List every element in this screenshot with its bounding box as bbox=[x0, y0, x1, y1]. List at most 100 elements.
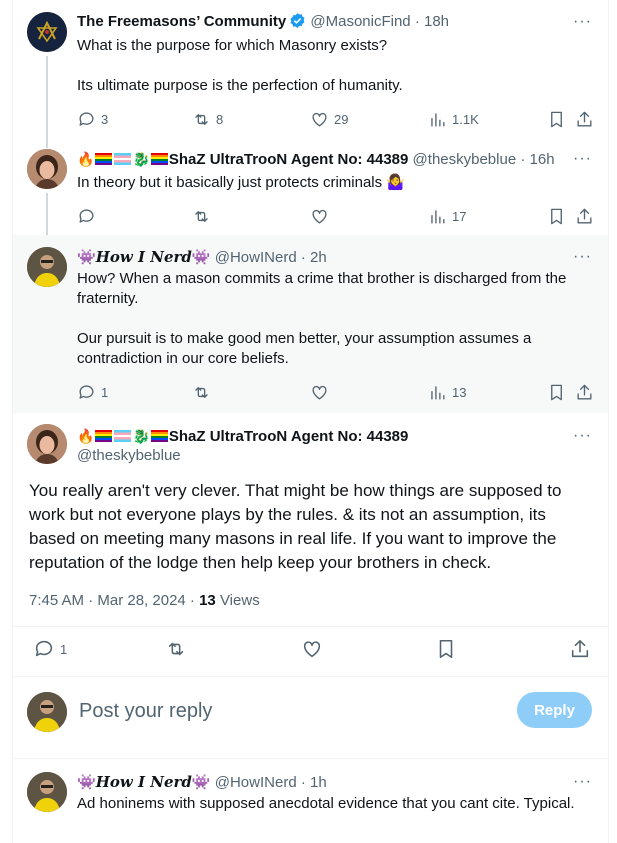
more-options-icon[interactable]: ··· bbox=[573, 774, 592, 790]
thread-line bbox=[46, 56, 48, 148]
alien-monster-icon: 👾 bbox=[77, 249, 96, 266]
action-bar: 3 8 29 1.1K bbox=[77, 109, 592, 129]
masonic-logo-icon bbox=[27, 12, 67, 52]
fire-emoji: 🔥 bbox=[77, 151, 95, 167]
post-howinerd[interactable]: 👾How I Nerd👾 @HowINerd · 2h ··· How? Whe… bbox=[13, 247, 608, 407]
dragon-emoji: 🐉 bbox=[132, 428, 150, 444]
post-header: 🔥 🐉 ShaZ UltraTrooN Agent No: 44389 bbox=[77, 426, 562, 447]
trans-flag-icon bbox=[114, 430, 132, 442]
bookmark-icon bbox=[551, 384, 562, 400]
bookmark-button[interactable] bbox=[547, 382, 566, 402]
profile-photo-icon bbox=[27, 692, 67, 732]
handle[interactable]: @HowINerd bbox=[215, 249, 297, 266]
repost-button[interactable] bbox=[165, 639, 187, 659]
alien-monster-icon: 👾 bbox=[191, 774, 211, 791]
more-options-icon[interactable]: ··· bbox=[573, 428, 592, 444]
timestamp[interactable]: 16h bbox=[530, 151, 555, 168]
reply-input[interactable]: Post your reply bbox=[79, 700, 212, 723]
bookmark-icon bbox=[551, 111, 562, 127]
heart-icon bbox=[312, 209, 327, 224]
like-button[interactable] bbox=[310, 206, 329, 226]
like-button[interactable] bbox=[310, 382, 329, 402]
share-icon bbox=[577, 384, 592, 400]
action-bar: 17 bbox=[77, 206, 592, 226]
analytics-icon bbox=[431, 209, 445, 224]
like-button[interactable]: 29 bbox=[310, 109, 348, 129]
share-button[interactable] bbox=[575, 382, 594, 402]
rainbow-flag-icon bbox=[95, 153, 113, 165]
action-bar: 1 13 bbox=[77, 382, 592, 402]
display-name[interactable]: The Freemasons’ Community bbox=[77, 13, 286, 30]
bookmark-button[interactable] bbox=[435, 639, 457, 659]
more-options-icon[interactable]: ··· bbox=[573, 249, 592, 265]
heart-icon bbox=[312, 112, 327, 127]
shrug-emoji: 🤷‍♀️ bbox=[386, 174, 405, 191]
rainbow-flag-icon bbox=[95, 430, 113, 442]
handle[interactable]: @MasonicFind bbox=[310, 13, 410, 30]
avatar[interactable] bbox=[27, 772, 67, 812]
repost-button[interactable] bbox=[192, 206, 211, 226]
share-icon bbox=[577, 111, 592, 127]
avatar[interactable] bbox=[27, 424, 67, 464]
reply-button[interactable]: 1 bbox=[77, 382, 108, 402]
bookmark-button[interactable] bbox=[547, 109, 566, 129]
share-button[interactable] bbox=[575, 206, 594, 226]
reply-submit-button[interactable]: Reply bbox=[517, 692, 592, 728]
post-freemasons[interactable]: The Freemasons’ Community @MasonicFind ·… bbox=[13, 12, 608, 148]
rainbow-flag-icon bbox=[150, 430, 168, 442]
display-name[interactable]: 👾How I Nerd👾 bbox=[77, 248, 211, 266]
handle[interactable]: @theskybeblue bbox=[413, 151, 517, 168]
repost-icon bbox=[195, 386, 208, 398]
alien-monster-icon: 👾 bbox=[77, 774, 96, 791]
bookmark-button[interactable] bbox=[547, 206, 566, 226]
handle[interactable]: @HowINerd bbox=[215, 774, 297, 791]
post-header: The Freemasons’ Community @MasonicFind ·… bbox=[77, 13, 450, 30]
share-icon bbox=[577, 208, 592, 224]
display-name[interactable]: 👾How I Nerd👾 bbox=[77, 773, 211, 791]
my-avatar[interactable] bbox=[27, 692, 67, 732]
share-button[interactable] bbox=[569, 639, 591, 659]
views-button[interactable]: 1.1K bbox=[428, 109, 479, 129]
display-name[interactable]: 🔥 🐉 ShaZ UltraTrooN Agent No: 44389 bbox=[77, 428, 408, 445]
fire-emoji: 🔥 bbox=[77, 428, 95, 444]
timestamp[interactable]: 2h bbox=[310, 249, 327, 266]
action-bar: 1 bbox=[29, 639, 592, 663]
post-text: You really aren't very clever. That migh… bbox=[29, 481, 562, 572]
views-button[interactable]: 17 bbox=[428, 206, 466, 226]
reply-button[interactable]: 3 bbox=[77, 109, 108, 129]
post-howinerd-reply[interactable]: 👾How I Nerd👾 @HowINerd · 1h ··· Ad honin… bbox=[13, 772, 608, 843]
reply-icon bbox=[35, 640, 53, 657]
more-options-icon[interactable]: ··· bbox=[573, 14, 592, 30]
reply-icon bbox=[79, 384, 94, 399]
repost-button[interactable] bbox=[192, 382, 211, 402]
verified-badge-icon bbox=[290, 13, 305, 28]
reply-button[interactable]: 1 bbox=[33, 639, 67, 659]
handle[interactable]: @theskybeblue bbox=[77, 447, 181, 464]
reply-icon bbox=[79, 111, 94, 126]
timestamp[interactable]: 7:45 AM · Mar 28, 2024 · bbox=[29, 592, 199, 609]
repost-icon bbox=[195, 113, 208, 125]
like-button[interactable] bbox=[301, 639, 323, 659]
bookmark-icon bbox=[439, 639, 453, 659]
bookmark-icon bbox=[551, 208, 562, 224]
repost-button[interactable]: 8 bbox=[192, 109, 223, 129]
reply-icon bbox=[79, 208, 94, 223]
display-name[interactable]: 🔥 🐉 ShaZ UltraTrooN Agent No: 44389 bbox=[77, 151, 408, 168]
avatar[interactable] bbox=[27, 149, 67, 189]
reply-button[interactable] bbox=[77, 206, 96, 226]
avatar[interactable] bbox=[27, 12, 67, 52]
heart-icon bbox=[312, 385, 327, 400]
avatar[interactable] bbox=[27, 247, 67, 287]
timestamp[interactable]: 1h bbox=[310, 774, 327, 791]
divider bbox=[13, 676, 608, 677]
post-theskybeblue[interactable]: 🔥 🐉 ShaZ UltraTrooN Agent No: 44389 @thesk… bbox=[13, 149, 608, 247]
timestamp[interactable]: 18h bbox=[424, 13, 449, 30]
analytics-icon bbox=[431, 112, 445, 127]
post-text: How? When a mason commits a crime that b… bbox=[77, 270, 567, 367]
views-button[interactable]: 13 bbox=[428, 382, 466, 402]
repost-icon bbox=[168, 642, 184, 656]
handle-row: @theskybeblue bbox=[77, 446, 562, 466]
more-options-icon[interactable]: ··· bbox=[573, 151, 592, 167]
divider bbox=[13, 758, 608, 759]
share-button[interactable] bbox=[575, 109, 594, 129]
